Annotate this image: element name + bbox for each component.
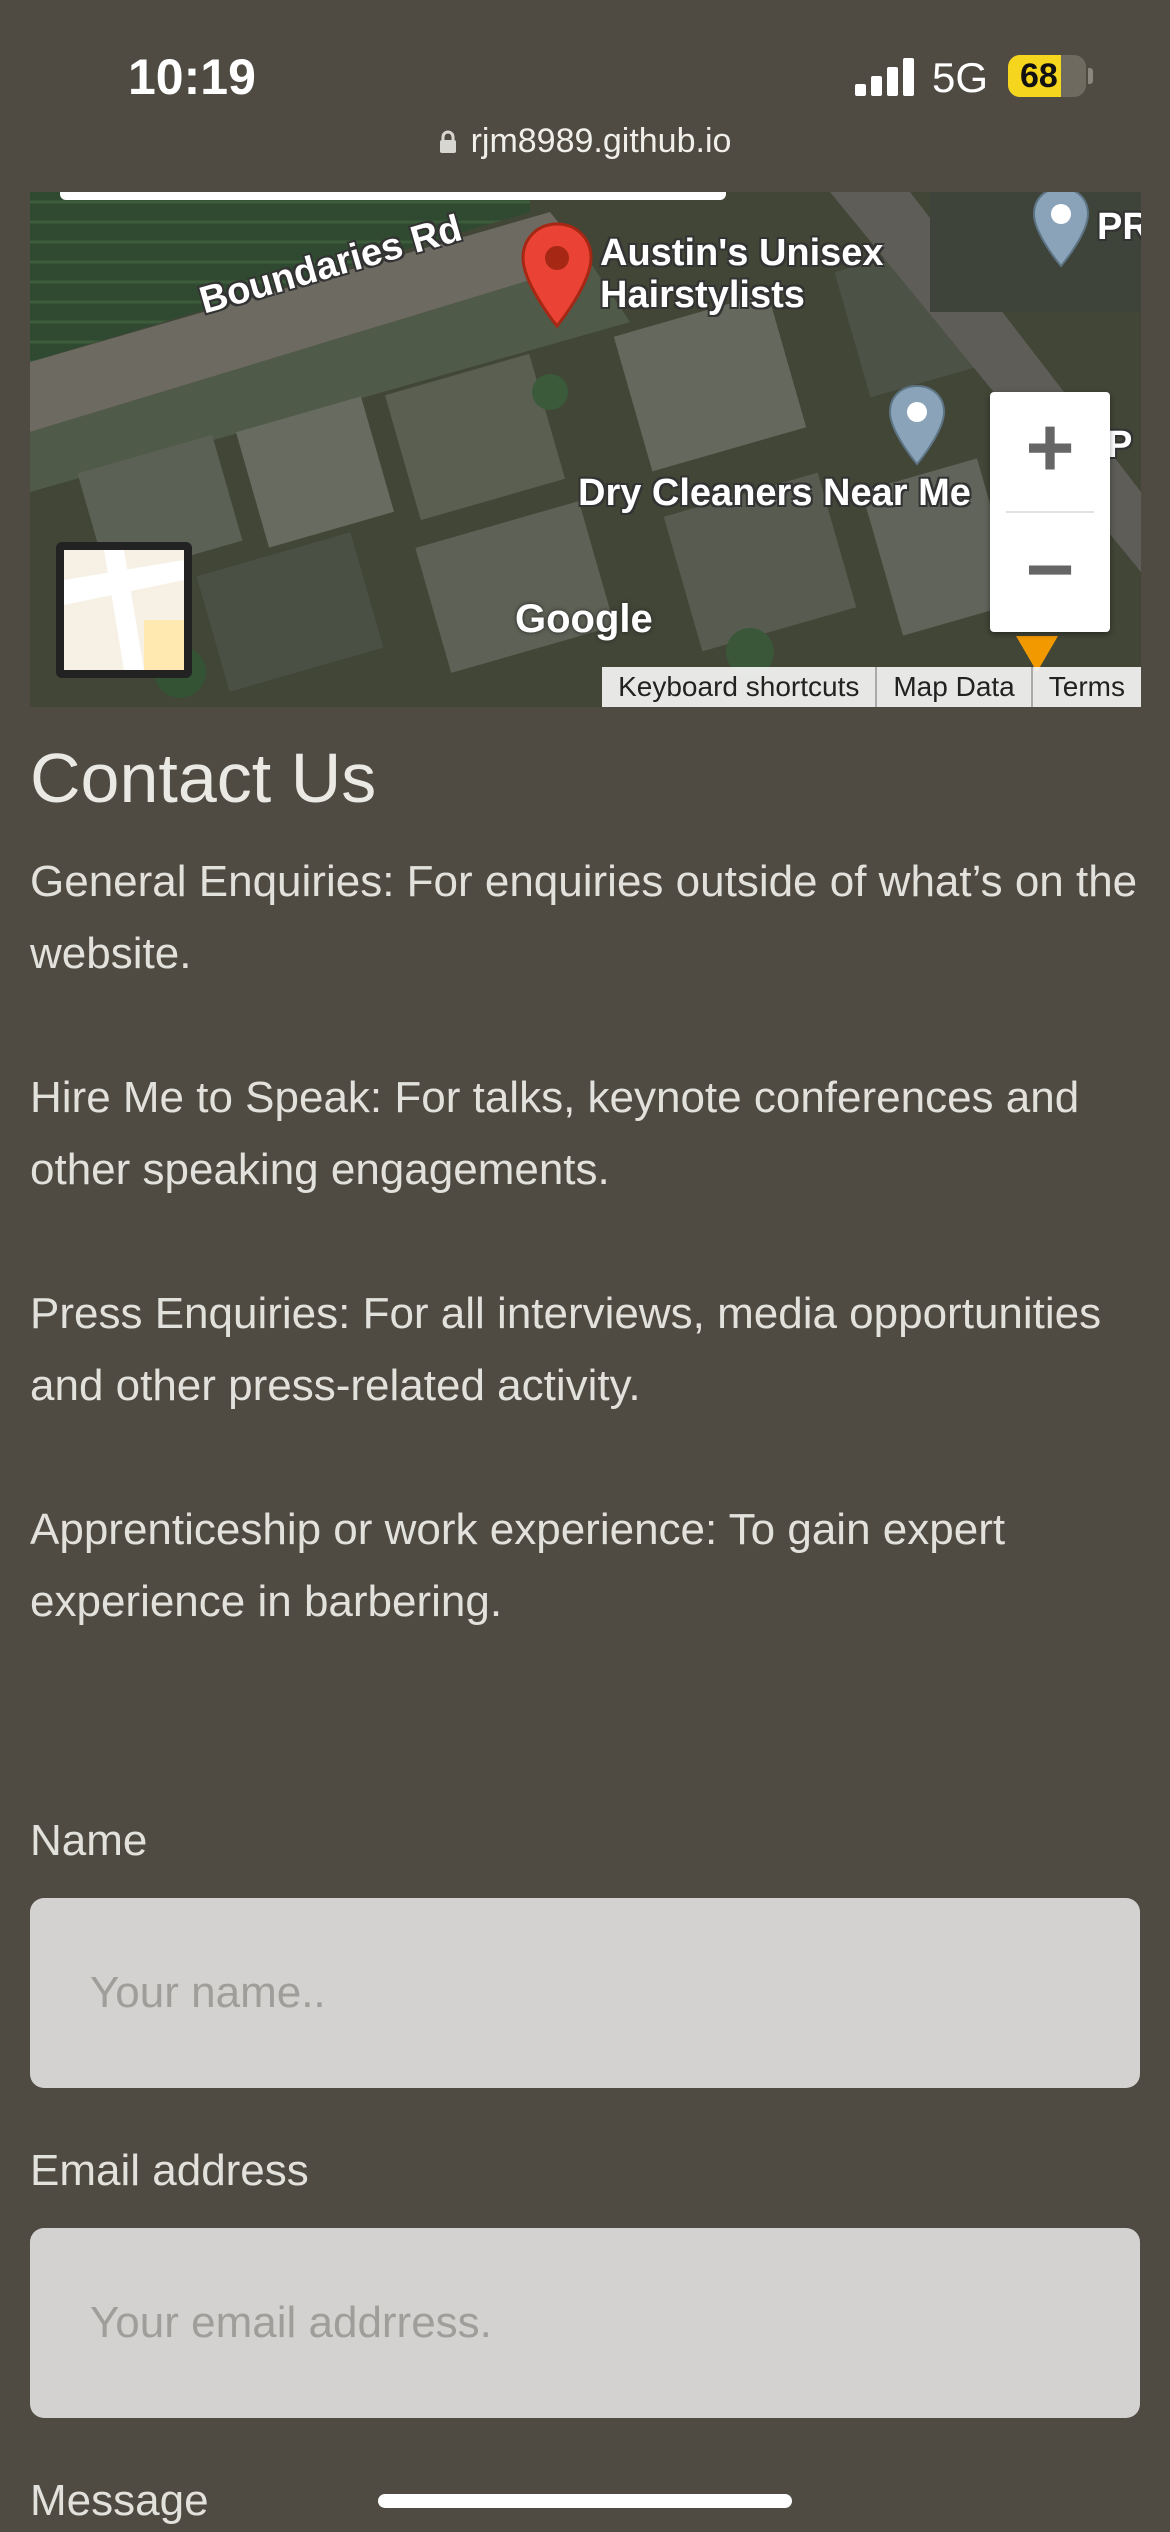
map-footer: Keyboard shortcuts Map Data Terms	[602, 667, 1141, 707]
battery-level: 68	[1020, 57, 1058, 95]
apprenticeship-text: Apprenticeship or work experience: To ga…	[30, 1505, 1006, 1626]
email-input[interactable]	[30, 2228, 1140, 2418]
home-indicator[interactable]	[378, 2494, 792, 2508]
battery-icon: 68	[1008, 55, 1086, 97]
cellular-signal-icon	[855, 58, 914, 96]
status-bar: 10:19 5G 68 rjm8989.github.io	[0, 0, 1170, 160]
map-thumbnail-icon	[64, 550, 184, 670]
map-data-link[interactable]: Map Data	[875, 667, 1030, 707]
poi-label-primary[interactable]: Austin's Unisex Hairstylists	[600, 232, 884, 316]
status-time: 10:19	[128, 49, 256, 105]
name-label: Name	[30, 1816, 148, 1865]
zoom-out-button[interactable]: −	[990, 514, 1110, 632]
embedded-map[interactable]: Boundaries Rd Austin's Unisex Hairstylis…	[30, 192, 1141, 707]
url-text: rjm8989.github.io	[470, 122, 732, 160]
map-pin-edge-icon[interactable]	[1032, 192, 1090, 268]
name-input[interactable]	[30, 1898, 1140, 2088]
zoom-in-button[interactable]: +	[990, 392, 1110, 510]
page-title: Contact Us	[30, 739, 377, 817]
map-pin-blue-icon[interactable]	[888, 384, 946, 466]
battery-nub	[1088, 68, 1093, 84]
general-enquiries-text: General Enquiries: For enquiries outside…	[30, 857, 1138, 978]
zoom-control: + −	[990, 392, 1110, 632]
terms-link[interactable]: Terms	[1030, 667, 1141, 707]
press-enquiries-text: Press Enquiries: For all interviews, med…	[30, 1289, 1102, 1410]
map-pin-red-icon[interactable]	[520, 222, 594, 330]
google-logo: Google	[515, 597, 653, 641]
poi-label-primary-line-1: Austin's Unisex	[600, 232, 884, 274]
contact-descriptions: General Enquiries: For enquiries outside…	[30, 846, 1140, 1710]
network-type: 5G	[932, 54, 989, 101]
lock-icon	[439, 124, 457, 153]
url-bar[interactable]: rjm8989.github.io	[0, 122, 1170, 172]
map-type-toggle[interactable]	[56, 542, 192, 678]
keyboard-shortcuts-link[interactable]: Keyboard shortcuts	[602, 667, 875, 707]
map-top-strip	[60, 192, 726, 200]
zoom-divider	[1006, 511, 1094, 513]
message-label: Message	[30, 2476, 209, 2525]
email-label: Email address	[30, 2146, 309, 2195]
poi-label-primary-line-2: Hairstylists	[600, 274, 805, 316]
poi-label-edge-2[interactable]: P	[1107, 424, 1132, 467]
poi-label-secondary[interactable]: Dry Cleaners Near Me	[578, 472, 971, 515]
hire-me-text: Hire Me to Speak: For talks, keynote con…	[30, 1073, 1080, 1194]
poi-label-edge-1[interactable]: PR	[1097, 206, 1141, 249]
